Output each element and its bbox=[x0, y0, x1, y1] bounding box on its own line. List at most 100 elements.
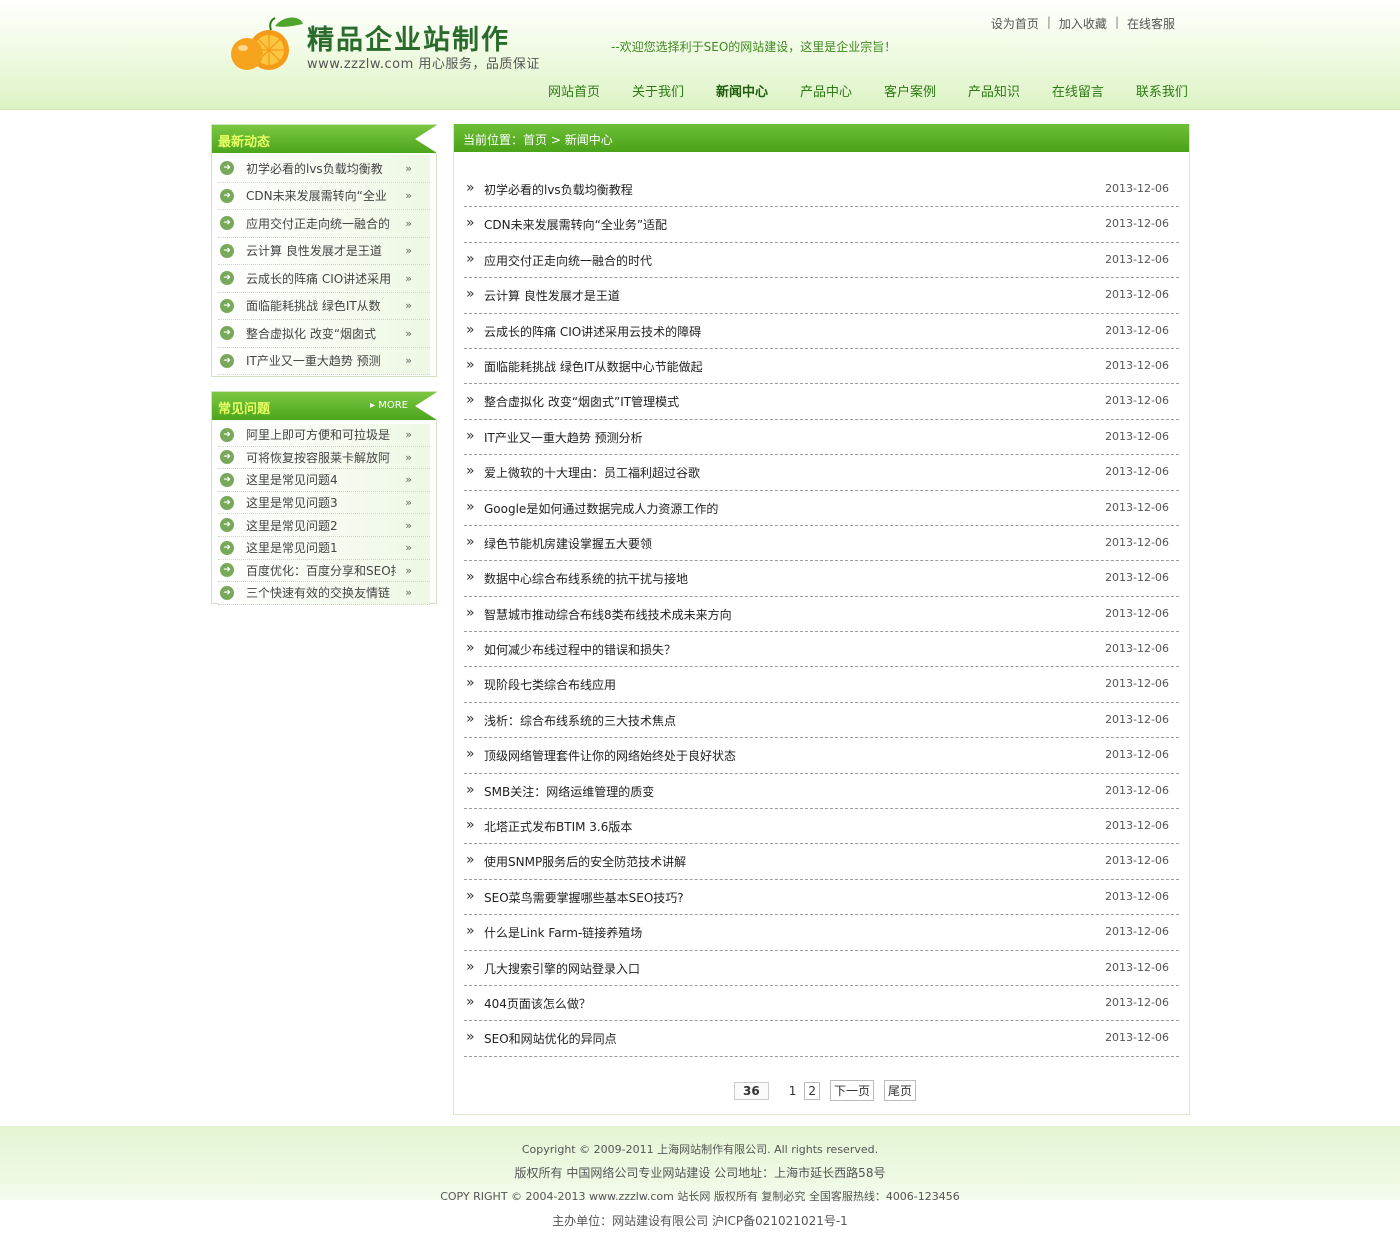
nav-contact[interactable]: 联系我们 bbox=[1126, 81, 1198, 100]
news-row[interactable]: » CDN未来发展需转向“全业务”适配 2013-12-06 bbox=[464, 207, 1179, 243]
list-item[interactable]: ➜ 阿里上即可方便和可拉圾是 » bbox=[218, 424, 430, 447]
news-row[interactable]: » SEO菜鸟需要掌握哪些基本SEO技巧? 2013-12-06 bbox=[464, 880, 1179, 916]
list-item[interactable]: ➜ 百度优化：百度分享和SEO排 » bbox=[218, 559, 430, 583]
nav-news[interactable]: 新闻中心 bbox=[706, 81, 778, 100]
news-row[interactable]: » 面临能耗挑战 绿色IT从数据中心节能做起 2013-12-06 bbox=[464, 349, 1179, 385]
nav-message[interactable]: 在线留言 bbox=[1042, 81, 1114, 100]
list-item[interactable]: ➜ 三个快速有效的交换友情链 » bbox=[218, 582, 430, 605]
news-row[interactable]: » 现阶段七类综合布线应用 2013-12-06 bbox=[464, 667, 1179, 703]
news-title[interactable]: 云成长的阵痛 CIO讲述采用云技术的障碍 bbox=[484, 323, 701, 340]
list-item[interactable]: ➜ 这里是常见问题4 » bbox=[218, 469, 430, 492]
news-title[interactable]: 面临能耗挑战 绿色IT从数据中心节能做起 bbox=[484, 358, 703, 375]
news-title[interactable]: 北塔正式发布BTIM 3.6版本 bbox=[484, 818, 632, 835]
news-row[interactable]: » Google是如何通过数据完成人力资源工作的 2013-12-06 bbox=[464, 491, 1179, 526]
news-title[interactable]: SEO和网站优化的异同点 bbox=[484, 1030, 617, 1047]
nav-home[interactable]: 网站首页 bbox=[538, 81, 610, 100]
nav-products[interactable]: 产品中心 bbox=[790, 81, 862, 100]
list-item[interactable]: ➜ 这里是常见问题1 » bbox=[218, 536, 430, 560]
news-row[interactable]: » 北塔正式发布BTIM 3.6版本 2013-12-06 bbox=[464, 809, 1179, 845]
news-title[interactable]: CDN未来发展需转向“全业务”适配 bbox=[484, 216, 667, 233]
page-2-link[interactable]: 2 bbox=[804, 1081, 820, 1100]
news-row[interactable]: » 什么是Link Farm-链接养殖场 2013-12-06 bbox=[464, 915, 1179, 951]
news-title[interactable]: SEO菜鸟需要掌握哪些基本SEO技巧? bbox=[484, 889, 684, 906]
double-chevron-right-icon: » bbox=[466, 392, 475, 409]
main-content: 当前位置：首页 > 新闻中心 » 初学必看的lvs负载均衡教程 2013-12-06… bbox=[453, 124, 1190, 1115]
news-title[interactable]: 数据中心综合布线系统的抗干扰与接地 bbox=[484, 570, 688, 587]
nav-knowledge[interactable]: 产品知识 bbox=[958, 81, 1030, 100]
list-item[interactable]: ➜ 应用交付正走向统一融合的 » bbox=[218, 210, 430, 238]
news-row[interactable]: » 云成长的阵痛 CIO讲述采用云技术的障碍 2013-12-06 bbox=[464, 314, 1179, 349]
news-title[interactable]: 使用SNMP服务后的安全防范技术讲解 bbox=[484, 853, 686, 870]
list-item[interactable]: ➜ 云成长的阵痛 CIO讲述采用 » bbox=[218, 265, 430, 293]
news-row[interactable]: » 应用交付正走向统一融合的时代 2013-12-06 bbox=[464, 243, 1179, 279]
news-row[interactable]: » 如何减少布线过程中的错误和损失？ 2013-12-06 bbox=[464, 632, 1179, 668]
news-row[interactable]: » 整合虚拟化 改变“烟囱式”IT管理模式 2013-12-06 bbox=[464, 384, 1179, 420]
news-row[interactable]: » 绿色节能机房建设掌握五大要领 2013-12-06 bbox=[464, 526, 1179, 562]
news-row[interactable]: » 爱上微软的十大理由：员工福利超过谷歌 2013-12-06 bbox=[464, 455, 1179, 491]
next-page-link[interactable]: 下一页 bbox=[829, 1080, 874, 1101]
news-row[interactable]: » 顶级网络管理套件让你的网络始终处于良好状态 2013-12-06 bbox=[464, 738, 1179, 774]
double-chevron-right-icon: » bbox=[466, 463, 475, 480]
news-row[interactable]: » 使用SNMP服务后的安全防范技术讲解 2013-12-06 bbox=[464, 844, 1179, 880]
add-favorite-link[interactable]: 加入收藏 bbox=[1059, 15, 1107, 32]
circle-arrow-icon: ➜ bbox=[220, 472, 234, 487]
news-row[interactable]: » 浅析：综合布线系统的三大技术焦点 2013-12-06 bbox=[464, 703, 1179, 739]
news-title[interactable]: Google是如何通过数据完成人力资源工作的 bbox=[484, 500, 718, 517]
news-title[interactable]: 初学必看的lvs负载均衡教程 bbox=[484, 181, 633, 198]
news-row[interactable]: » 数据中心综合布线系统的抗干扰与接地 2013-12-06 bbox=[464, 561, 1179, 597]
nav-cases[interactable]: 客户案例 bbox=[874, 81, 946, 100]
news-row[interactable]: » 404页面该怎么做？ 2013-12-06 bbox=[464, 986, 1179, 1022]
news-title[interactable]: 几大搜索引擎的网站登录入口 bbox=[484, 960, 640, 977]
double-chevron-right-icon: » bbox=[466, 958, 475, 975]
news-title[interactable]: 云计算 良性发展才是王道 bbox=[484, 287, 620, 304]
list-item[interactable]: ➜ 整合虚拟化 改变“烟囱式 » bbox=[218, 320, 430, 348]
list-item-label: 云成长的阵痛 CIO讲述采用 bbox=[246, 271, 392, 286]
news-title[interactable]: 应用交付正走向统一融合的时代 bbox=[484, 252, 652, 269]
circle-arrow-icon: ➜ bbox=[220, 243, 234, 258]
news-title[interactable]: 404页面该怎么做？ bbox=[484, 995, 591, 1012]
nav-about[interactable]: 关于我们 bbox=[622, 81, 694, 100]
list-item-label: 这里是常见问题2 bbox=[246, 518, 338, 533]
list-item-label: 这里是常见问题3 bbox=[246, 496, 338, 511]
circle-arrow-icon: ➜ bbox=[220, 563, 234, 578]
news-title[interactable]: 浅析：综合布线系统的三大技术焦点 bbox=[484, 712, 676, 729]
news-row[interactable]: » 几大搜索引擎的网站登录入口 2013-12-06 bbox=[464, 951, 1179, 986]
list-item[interactable]: ➜ 初学必看的lvs负载均衡教 » bbox=[218, 155, 430, 183]
news-row[interactable]: » SMB关注：网络运维管理的质变 2013-12-06 bbox=[464, 774, 1179, 810]
news-title[interactable]: 爱上微软的十大理由：员工福利超过谷歌 bbox=[484, 464, 700, 481]
list-item-label: CDN未来发展需转向“全业 bbox=[246, 189, 387, 204]
double-chevron-right-icon: » bbox=[466, 746, 475, 763]
news-title[interactable]: IT产业又一重大趋势 预测分析 bbox=[484, 429, 643, 446]
news-title[interactable]: SMB关注：网络运维管理的质变 bbox=[484, 783, 654, 800]
double-chevron-right-icon: » bbox=[405, 450, 412, 464]
news-row[interactable]: » SEO和网站优化的异同点 2013-12-06 bbox=[464, 1021, 1179, 1057]
list-item[interactable]: ➜ 这里是常见问题3 » bbox=[218, 491, 430, 515]
last-page-link[interactable]: 尾页 bbox=[884, 1080, 917, 1101]
news-title[interactable]: 智慧城市推动综合布线8类布线技术成未来方向 bbox=[484, 606, 732, 623]
list-item-label: 面临能耗挑战 绿色IT从数 bbox=[246, 299, 381, 314]
news-row[interactable]: » 云计算 良性发展才是王道 2013-12-06 bbox=[464, 278, 1179, 314]
news-title[interactable]: 整合虚拟化 改变“烟囱式”IT管理模式 bbox=[484, 393, 679, 410]
news-title[interactable]: 绿色节能机房建设掌握五大要领 bbox=[484, 535, 652, 552]
news-date: 2013-12-06 bbox=[1105, 571, 1169, 585]
faq-title: 常见问题 bbox=[218, 402, 271, 417]
news-date: 2013-12-06 bbox=[1105, 217, 1169, 231]
news-title[interactable]: 现阶段七类综合布线应用 bbox=[484, 676, 616, 693]
list-item-label: 阿里上即可方便和可拉圾是 bbox=[246, 428, 391, 443]
set-homepage-link[interactable]: 设为首页 bbox=[991, 15, 1039, 32]
list-item[interactable]: ➜ 可将恢复按容服莱卡解放阿 » bbox=[218, 446, 430, 470]
news-row[interactable]: » 智慧城市推动综合布线8类布线技术成未来方向 2013-12-06 bbox=[464, 597, 1179, 633]
news-title[interactable]: 如何减少布线过程中的错误和损失？ bbox=[484, 641, 676, 658]
list-item[interactable]: ➜ IT产业又一重大趋势 预测 » bbox=[218, 347, 430, 375]
list-item[interactable]: ➜ 面临能耗挑战 绿色IT从数 » bbox=[218, 292, 430, 320]
faq-more-link[interactable]: ▸ MORE bbox=[370, 400, 408, 411]
news-title[interactable]: 顶级网络管理套件让你的网络始终处于良好状态 bbox=[484, 747, 736, 764]
list-item[interactable]: ➜ 云计算 良性发展才是王道 » bbox=[218, 237, 430, 265]
news-row[interactable]: » 初学必看的lvs负载均衡教程 2013-12-06 bbox=[464, 172, 1179, 208]
breadcrumb-home-link[interactable]: 首页 bbox=[523, 133, 547, 147]
list-item[interactable]: ➜ 这里是常见问题2 » bbox=[218, 514, 430, 537]
news-row[interactable]: » IT产业又一重大趋势 预测分析 2013-12-06 bbox=[464, 420, 1179, 456]
news-title[interactable]: 什么是Link Farm-链接养殖场 bbox=[484, 924, 642, 941]
list-item[interactable]: ➜ CDN未来发展需转向“全业 » bbox=[218, 182, 430, 210]
online-service-link[interactable]: 在线客服 bbox=[1127, 15, 1175, 32]
